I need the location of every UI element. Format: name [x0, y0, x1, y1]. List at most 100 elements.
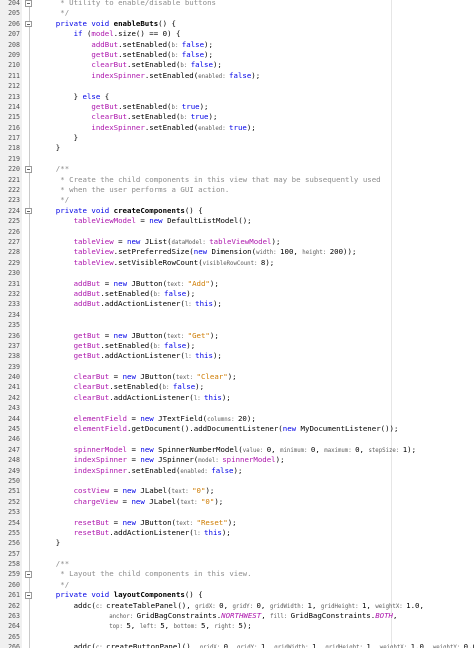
code-line[interactable]: 207 if (model.size() == 0) {	[0, 29, 474, 39]
code-line[interactable]: 244 elementField = new JTextField(column…	[0, 414, 474, 424]
code-line[interactable]: 264 top: 5, left: 5, bottom: 5, right: 5…	[0, 621, 474, 631]
code-line[interactable]: 266 addc(c: createButtonPanel(), gridX: …	[0, 642, 474, 648]
code-line[interactable]: 239	[0, 362, 474, 372]
code-line[interactable]: 237 getBut.setEnabled(b: false);	[0, 341, 474, 351]
code-line[interactable]: 217 }	[0, 133, 474, 143]
code-line[interactable]: 222 * when the user performs a GUI actio…	[0, 185, 474, 195]
code-line[interactable]: 230	[0, 268, 474, 278]
keyword-token: new	[127, 236, 141, 246]
code-token: 1,	[307, 600, 321, 610]
code-line[interactable]: 211 indexSpinner.setEnabled(enabled: fal…	[0, 71, 474, 81]
code-line[interactable]: 250	[0, 476, 474, 486]
code-line[interactable]: 214 getBut.setEnabled(b: true);	[0, 102, 474, 112]
code-token: () {	[184, 205, 203, 215]
code-line[interactable]: 224 private void createComponents() {	[0, 206, 474, 216]
code-line[interactable]: 231 addBut = new JButton(text: "Add");	[0, 279, 474, 289]
code-token: 0,	[219, 600, 233, 610]
code-line[interactable]: 242 clearBut.addActionListener(l: this);	[0, 393, 474, 403]
code-line[interactable]: 209 getBut.setEnabled(b: false);	[0, 50, 474, 60]
code-line[interactable]: 228 tableView.setPreferredSize(new Dimen…	[0, 247, 474, 257]
code-text: if (model.size() == 0) {	[38, 29, 181, 39]
parameter-hint: enabled:	[180, 468, 212, 475]
field-token: getBut	[91, 49, 119, 59]
fold-toggle-icon[interactable]	[25, 571, 32, 578]
parameter-hint: b:	[180, 63, 191, 70]
code-line[interactable]: 261 private void layoutComponents() {	[0, 590, 474, 600]
code-line[interactable]: 216 indexSpinner.setEnabled(enabled: tru…	[0, 123, 474, 133]
code-line[interactable]: 220 /**	[0, 164, 474, 174]
field-token: getBut	[73, 340, 101, 350]
code-line[interactable]: 241 clearBut.setEnabled(b: false);	[0, 382, 474, 392]
code-line[interactable]: 221 * Create the child components in thi…	[0, 175, 474, 185]
code-line[interactable]: 252 chargeView = new JLabel(text: "0");	[0, 497, 474, 507]
code-token: =	[100, 278, 114, 288]
parameter-hint: text:	[175, 520, 197, 527]
code-line[interactable]: 238 getBut.addActionListener(l: this);	[0, 351, 474, 361]
fold-toggle-icon[interactable]	[25, 207, 32, 215]
code-line[interactable]: 226	[0, 227, 474, 237]
code-line[interactable]: 233 addBut.addActionListener(l: this);	[0, 299, 474, 309]
code-line[interactable]: 249 indexSpinner.setEnabled(enabled: fal…	[0, 466, 474, 476]
code-line[interactable]: 208 addBut.setEnabled(b: false);	[0, 40, 474, 50]
field-token: addBut	[91, 39, 119, 49]
code-line[interactable]: 243	[0, 403, 474, 413]
code-line[interactable]: 227 tableView = new JList(dataModel: tab…	[0, 237, 474, 247]
code-line[interactable]: 263 anchor: GridBagConstraints.NORTHWEST…	[0, 611, 474, 621]
code-token: );	[246, 122, 256, 132]
code-line[interactable]: 210 clearBut.setEnabled(b: false);	[0, 60, 474, 70]
code-line[interactable]: 258 /**	[0, 559, 474, 569]
code-line[interactable]: 259 * Layout the child components in thi…	[0, 569, 474, 579]
code-line[interactable]: 213 } else {	[0, 92, 474, 102]
code-token: );	[251, 70, 261, 80]
code-token: =	[109, 517, 123, 527]
code-line[interactable]: 212	[0, 81, 474, 91]
code-line[interactable]: 235	[0, 320, 474, 330]
code-line[interactable]: 225 tableViewModel = new DefaultListMode…	[0, 216, 474, 226]
code-line[interactable]: 260 */	[0, 580, 474, 590]
comment-text: /**	[38, 559, 70, 569]
code-line[interactable]: 262 addc(c: createTablePanel(), gridX: 0…	[0, 601, 474, 611]
code-line[interactable]: 253	[0, 507, 474, 517]
code-editor[interactable]: 204 * Utility to enable/disable buttons 2…	[0, 0, 474, 648]
code-line[interactable]: 205 */	[0, 8, 474, 18]
code-token: JTextField(	[153, 413, 208, 423]
code-line[interactable]: 246	[0, 434, 474, 444]
code-token: addc(	[38, 600, 96, 610]
field-token: elementField	[73, 424, 128, 434]
code-token: 5,	[126, 621, 140, 631]
code-line[interactable]: 247 spinnerModel = new SpinnerNumberMode…	[0, 445, 474, 455]
code-line[interactable]: 204 * Utility to enable/disable buttons	[0, 0, 474, 8]
code-line[interactable]: 256 }	[0, 538, 474, 548]
field-token: indexSpinner	[91, 122, 145, 132]
code-line[interactable]: 215 clearBut.setEnabled(b: true);	[0, 112, 474, 122]
code-line[interactable]: 218 }	[0, 143, 474, 153]
code-line[interactable]: 255 resetBut.addActionListener(l: this);	[0, 528, 474, 538]
code-line[interactable]: 234	[0, 310, 474, 320]
code-token: MyDocumentListener());	[296, 424, 399, 434]
code-line[interactable]: 257	[0, 549, 474, 559]
code-line[interactable]: 248 indexSpinner = new JSpinner(model: s…	[0, 455, 474, 465]
line-number: 243	[8, 404, 20, 413]
code-line[interactable]: 251 costView = new JLabel(text: "0");	[0, 486, 474, 496]
code-line[interactable]: 236 getBut = new JButton(text: "Get");	[0, 331, 474, 341]
code-line[interactable]: 254 resetBut = new JButton(text: "Reset"…	[0, 518, 474, 528]
code-line[interactable]: 232 addBut.setEnabled(b: false);	[0, 289, 474, 299]
code-line[interactable]: 206 private void enableButs() {	[0, 19, 474, 29]
code-line[interactable]: 240 clearBut = new JButton(text: "Clear"…	[0, 372, 474, 382]
fold-toggle-icon[interactable]	[25, 0, 32, 7]
fold-toggle-icon[interactable]	[25, 20, 32, 28]
code-line[interactable]: 265	[0, 632, 474, 642]
fold-toggle-icon[interactable]	[25, 166, 32, 173]
code-line[interactable]: 219	[0, 154, 474, 164]
parameter-hint: model:	[198, 458, 223, 465]
code-line[interactable]: 229 tableView.setVisibleRowCount(visible…	[0, 258, 474, 268]
line-number: 265	[8, 632, 20, 641]
code-token: =	[100, 330, 114, 340]
code-line[interactable]: 223 */	[0, 195, 474, 205]
code-line[interactable]: 245 elementField.getDocument().addDocume…	[0, 424, 474, 434]
fold-toggle-icon[interactable]	[25, 592, 32, 599]
